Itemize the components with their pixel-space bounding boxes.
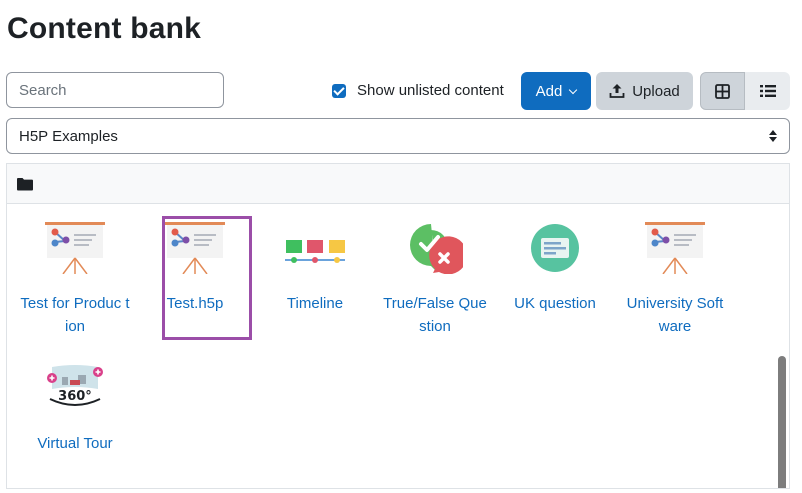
upload-icon (609, 84, 625, 98)
file-item[interactable]: True/False Que stion (375, 220, 495, 338)
presentation-icon (645, 222, 705, 274)
show-unlisted-checkbox[interactable] (332, 83, 346, 98)
file-item[interactable]: University Soft ware (615, 220, 735, 338)
folder-icon[interactable] (17, 177, 33, 191)
files-scrollbar[interactable] (775, 204, 789, 488)
scroll-thumb[interactable] (778, 356, 786, 488)
file-item[interactable]: Timeline (255, 220, 375, 315)
content-bank-files: Test for Produc tion Test.h5p Timeline T… (6, 163, 790, 489)
file-name: True/False Que stion (383, 295, 487, 335)
view-toggle (700, 72, 790, 110)
select-arrows-icon (769, 130, 777, 142)
list-view-button[interactable] (745, 72, 790, 110)
context-select[interactable]: H5P Examples (6, 118, 790, 154)
page-title: Content bank (7, 12, 202, 45)
show-unlisted-label: Show unlisted content (357, 82, 504, 99)
file-name: University Soft ware (626, 295, 724, 335)
chevron-down-icon (569, 85, 578, 94)
icons-view-button[interactable] (700, 72, 745, 110)
file-name: Test.h5p (166, 295, 224, 312)
file-name: UK question (514, 295, 596, 312)
presentation-icon (165, 222, 225, 274)
presentation-icon (45, 222, 105, 274)
file-name: Timeline (286, 295, 344, 312)
virtual-tour-360-icon: 360° (47, 365, 103, 406)
show-unlisted-toggle[interactable]: Show unlisted content (332, 82, 504, 99)
add-button-label: Add (535, 82, 563, 100)
grid-icon (715, 83, 730, 99)
upload-button-label: Upload (632, 82, 680, 100)
true-false-icon (410, 224, 463, 274)
file-item-selected[interactable]: Test.h5p (135, 216, 255, 340)
context-select-value: H5P Examples (19, 127, 118, 145)
file-name: Test for Produc tion (20, 295, 130, 335)
file-item[interactable]: 360° Virtual Tour (15, 360, 135, 455)
add-button[interactable]: Add (521, 72, 591, 110)
scroll-down-arrow-icon[interactable] (778, 483, 786, 488)
file-item[interactable]: Test for Produc tion (15, 220, 135, 338)
form-icon (531, 224, 579, 272)
svg-text:360°: 360° (58, 389, 92, 404)
search-input[interactable] (6, 72, 224, 108)
breadcrumb (7, 164, 789, 204)
file-item[interactable]: UK question (495, 220, 615, 315)
upload-button[interactable]: Upload (596, 72, 693, 110)
timeline-icon (285, 240, 345, 263)
file-name: Virtual Tour (37, 435, 113, 452)
list-icon (759, 85, 776, 97)
